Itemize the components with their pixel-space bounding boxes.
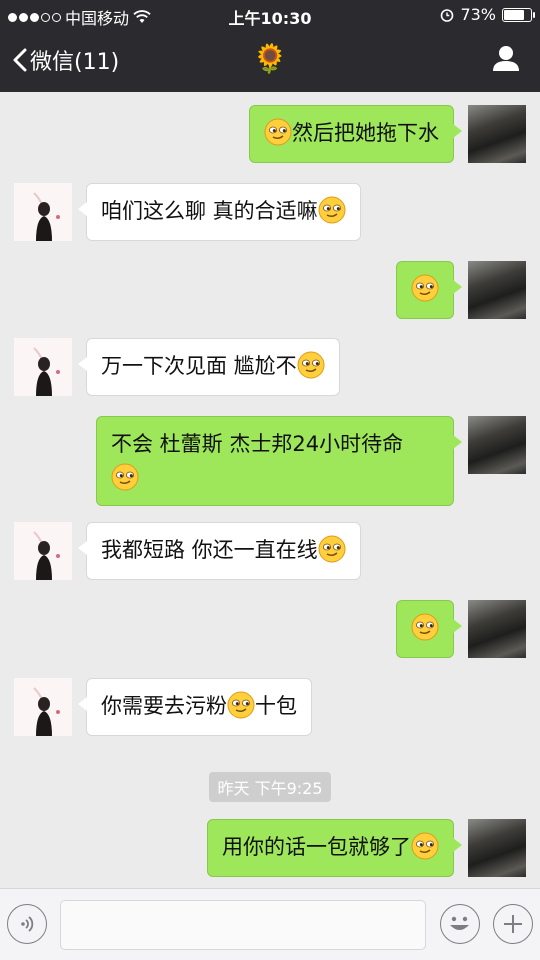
- my-avatar[interactable]: [468, 261, 526, 319]
- message-bubble[interactable]: 你需要去污粉 十包: [78, 678, 312, 736]
- message-row: 然后把她拖下水: [249, 105, 526, 163]
- my-avatar[interactable]: [468, 105, 526, 163]
- plus-button[interactable]: [493, 904, 533, 944]
- message-text: 不会 杜蕾斯 杰士邦24小时待命: [111, 432, 404, 456]
- battery-percent: 73%: [460, 5, 496, 24]
- voice-button[interactable]: [7, 904, 47, 944]
- message-row: [396, 600, 526, 658]
- message-row: 万一下次见面 尴尬不: [14, 338, 340, 396]
- voice-icon: [21, 916, 34, 932]
- contact-avatar[interactable]: [14, 183, 72, 241]
- message-bubble[interactable]: 不会 杜蕾斯 杰士邦24小时待命: [96, 416, 462, 506]
- avatar-photo: [14, 338, 72, 396]
- contact-avatar[interactable]: [14, 338, 72, 396]
- message-input[interactable]: [60, 900, 426, 950]
- avatar-photo: [14, 522, 72, 580]
- person-icon: [493, 46, 519, 71]
- message-row: 我都短路 你还一直在线: [14, 522, 361, 580]
- message-text: 我都短路 你还一直在线: [101, 538, 318, 562]
- smirk-face-icon: [297, 351, 325, 379]
- message-text: 用你的话一包就够了: [222, 835, 411, 859]
- message-bubble[interactable]: 然后把她拖下水: [249, 105, 462, 163]
- message-text: 万一下次见面 尴尬不: [101, 354, 297, 378]
- battery-area: 73%: [440, 5, 535, 24]
- message-bubble[interactable]: 我都短路 你还一直在线: [78, 522, 361, 580]
- smirk-face-icon: [411, 613, 439, 641]
- message-bubble[interactable]: [396, 600, 462, 658]
- message-text: 然后把她拖下水: [292, 121, 439, 145]
- smile-icon: [450, 916, 469, 930]
- plus-icon: [504, 915, 522, 933]
- smirk-face-icon: [111, 463, 139, 491]
- message-text: 你需要去污粉: [101, 694, 227, 718]
- alarm-icon: [441, 8, 454, 22]
- smirk-face-icon: [264, 118, 292, 146]
- message-row: 不会 杜蕾斯 杰士邦24小时待命: [96, 416, 526, 506]
- message-bubble[interactable]: 用你的话一包就够了: [207, 819, 462, 877]
- message-text: 咱们这么聊 真的合适嘛: [101, 199, 318, 223]
- profile-button[interactable]: [492, 44, 520, 76]
- avatar-photo: [14, 183, 72, 241]
- battery-icon: [502, 7, 535, 22]
- timestamp-label: 昨天 下午9:25: [209, 772, 331, 802]
- contact-avatar[interactable]: [14, 522, 72, 580]
- my-avatar[interactable]: [468, 819, 526, 877]
- message-bubble[interactable]: 咱们这么聊 真的合适嘛: [78, 183, 361, 241]
- emoji-button[interactable]: [440, 904, 480, 944]
- chat-area[interactable]: 然后把她拖下水 咱们这么聊 真的合适嘛 万一下次见面 尴尬不 不会 杜蕾斯 杰士…: [0, 92, 540, 888]
- message-row: 用你的话一包就够了: [207, 819, 526, 877]
- my-avatar[interactable]: [468, 416, 526, 474]
- message-row: 咱们这么聊 真的合适嘛: [14, 183, 361, 241]
- my-avatar[interactable]: [468, 600, 526, 658]
- smirk-face-icon: [411, 832, 439, 860]
- message-bubble[interactable]: 万一下次见面 尴尬不: [78, 338, 340, 396]
- timestamp: 昨天 下午9:25: [0, 772, 540, 802]
- smirk-face-icon: [318, 196, 346, 224]
- smirk-face-icon: [227, 691, 255, 719]
- message-row: 你需要去污粉 十包: [14, 678, 312, 736]
- chat-title: 🌻: [252, 42, 288, 75]
- contact-avatar[interactable]: [14, 678, 72, 736]
- smirk-face-icon: [318, 535, 346, 563]
- input-bar: [0, 888, 540, 960]
- top-bar: 中国移动 上午10:30 73% 微信(11) 🌻: [0, 0, 540, 92]
- nav-bar: 微信(11) 🌻: [0, 30, 540, 92]
- smirk-face-icon: [411, 274, 439, 302]
- status-bar: 中国移动 上午10:30 73%: [0, 0, 540, 30]
- message-row: [396, 261, 526, 319]
- message-text: 十包: [255, 694, 297, 718]
- message-bubble[interactable]: [396, 261, 462, 319]
- avatar-photo: [14, 678, 72, 736]
